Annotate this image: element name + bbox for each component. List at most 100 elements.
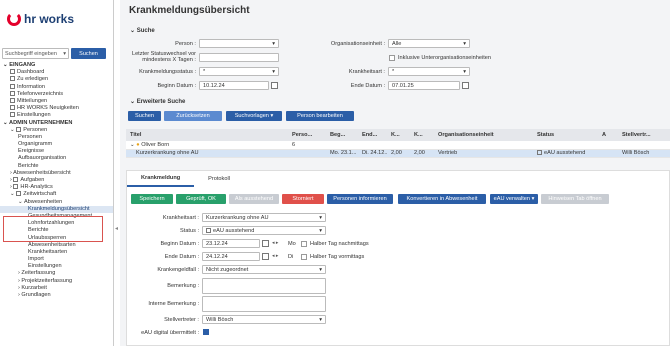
krankmeldungsstatus-select[interactable]: * ▾ bbox=[199, 67, 279, 76]
section-erweitert-toggle[interactable]: ⌄ Erweiterte Suche bbox=[130, 98, 185, 105]
chevron-down-icon: ▾ bbox=[463, 40, 466, 47]
search-button[interactable]: Suchen bbox=[71, 48, 106, 59]
interne-bemerkung-textarea[interactable] bbox=[202, 296, 326, 312]
nav-item-personen-group[interactable]: ⌄ Personen bbox=[0, 127, 113, 134]
col-titel[interactable]: Titel bbox=[126, 132, 288, 138]
nav-item-krankheitsarten[interactable]: Krankheitsarten bbox=[0, 249, 113, 256]
col-k2[interactable]: K... bbox=[410, 132, 434, 138]
nav-item-information[interactable]: Information bbox=[0, 84, 113, 91]
suchen-button[interactable]: Suchen bbox=[128, 111, 161, 121]
nav-item-einstellungen[interactable]: Einstellungen bbox=[0, 112, 113, 119]
storniert-button[interactable]: Storniert bbox=[282, 194, 324, 204]
bemerkung-textarea[interactable] bbox=[202, 278, 326, 294]
nav-item-mitteilungen[interactable]: Mitteilungen bbox=[0, 98, 113, 105]
col-end[interactable]: End... bbox=[358, 132, 387, 138]
nav-item-abwesenheitsuebersicht[interactable]: › Abwesenheitsübersicht bbox=[0, 170, 113, 177]
tab-protokoll[interactable]: Protokoll bbox=[194, 171, 244, 187]
table-row[interactable]: Kurzerkrankung ohne AU Mo. 23.1... Di. 2… bbox=[126, 149, 670, 158]
col-perso[interactable]: Perso... bbox=[288, 132, 326, 138]
nav-item-dashboard[interactable]: Dashboard bbox=[0, 69, 113, 76]
nav-item-krankmeldungsuebersicht[interactable]: Krankmeldungsübersicht bbox=[0, 205, 113, 213]
krankheitsart-select[interactable]: * ▾ bbox=[388, 67, 470, 76]
main-content: Krankmeldungsübersicht ⌄ Suche Person : … bbox=[120, 0, 670, 346]
calendar-icon[interactable] bbox=[262, 253, 269, 260]
nav-item-zeitwirtschaft[interactable]: ⌄ Zeitwirtschaft bbox=[0, 191, 113, 198]
person-icon: ● bbox=[136, 141, 140, 148]
search-input[interactable]: Suchbegriff eingeben ▾ bbox=[2, 48, 69, 59]
nav-item-berichte[interactable]: Berichte bbox=[0, 163, 113, 170]
settings-icon bbox=[10, 112, 15, 118]
ende-datum-input[interactable]: 07.01.25 bbox=[388, 81, 460, 90]
krankheitsart-select[interactable]: Kurzerkrankung ohne AU ▾ bbox=[202, 213, 326, 222]
nav-item-telefonverzeichnis[interactable]: Telefonverzeichnis bbox=[0, 91, 113, 98]
table-row-group[interactable]: ⌄ ● Oliver Born 6 bbox=[126, 141, 670, 150]
halber-tag-nachmittags-checkbox[interactable] bbox=[301, 241, 307, 247]
eau-digital-checkbox[interactable] bbox=[203, 329, 209, 335]
table-header: Titel Perso... Beg... End... K... K... O… bbox=[126, 129, 670, 141]
krankengeldfall-select[interactable]: Nicht zugeordnet ▾ bbox=[202, 265, 326, 274]
beginn-datum-label: Beginn Datum : bbox=[157, 83, 196, 89]
hr-works-logo[interactable]: hr works bbox=[7, 12, 74, 26]
nav-item-import[interactable]: Import bbox=[0, 256, 113, 263]
beginn-datum-input[interactable]: 23.12.24 bbox=[202, 239, 260, 248]
stellvertreter-select[interactable]: Willi Bösch ▾ bbox=[202, 315, 326, 324]
konvertieren-button[interactable]: Konvertieren in Abwesenheit bbox=[398, 194, 486, 204]
personen-informieren-button[interactable]: Personen informieren bbox=[327, 194, 393, 204]
col-k1[interactable]: K... bbox=[387, 132, 410, 138]
date-stepper[interactable]: ◂ ▸ bbox=[272, 253, 278, 259]
nav-item-kurzarbeit[interactable]: › Kurzarbeit bbox=[0, 285, 113, 292]
nav-item-abwesenheitsarten[interactable]: Abwesenheitsarten bbox=[0, 242, 113, 249]
chevron-down-icon: ▾ bbox=[270, 113, 274, 119]
nav-item-zeiterfassung[interactable]: › Zeiterfassung bbox=[0, 270, 113, 277]
nav-item-ereignisse[interactable]: Ereignisse bbox=[0, 148, 113, 155]
person-select[interactable]: ▾ bbox=[199, 39, 279, 48]
status-select[interactable]: eAU ausstehend ▾ bbox=[202, 226, 326, 235]
collapse-sidebar-icon[interactable]: ◂ bbox=[115, 225, 118, 232]
sidebar: hr works Suchbegriff eingeben ▾ Suchen ⌄ … bbox=[0, 0, 114, 346]
chevron-down-icon: ▾ bbox=[319, 227, 322, 234]
nav-item-zu-erledigen[interactable]: Zu erledigen bbox=[0, 76, 113, 83]
date-stepper[interactable]: ◂ ▸ bbox=[272, 240, 278, 246]
nav-item-hr-analytics[interactable]: › HR-Analytics bbox=[0, 184, 113, 191]
chevron-down-icon: ▾ bbox=[531, 196, 535, 202]
col-status[interactable]: Status bbox=[533, 132, 598, 138]
nav-item-neuigkeiten[interactable]: HR WORKS Neuigkeiten bbox=[0, 105, 113, 112]
suchvorlagen-button[interactable]: Suchvorlagen ▾ bbox=[226, 111, 282, 121]
col-a[interactable]: A bbox=[598, 132, 608, 138]
nav-item-organigramm[interactable]: Organigramm bbox=[0, 141, 113, 148]
logo-icon bbox=[7, 12, 21, 26]
inkl-unterorg-checkbox[interactable] bbox=[389, 55, 395, 61]
chevron-down-icon: ▾ bbox=[319, 214, 322, 221]
nav-item-grundlagen[interactable]: › Grundlagen bbox=[0, 292, 113, 299]
letzter-statuswechsel-input[interactable] bbox=[199, 53, 279, 62]
ende-datum-input[interactable]: 24.12.24 bbox=[202, 252, 260, 261]
person-bearbeiten-button[interactable]: Person bearbeiten bbox=[286, 111, 354, 121]
eau-verwalten-button[interactable]: eAU verwalten ▾ bbox=[490, 194, 538, 204]
nav-item-personen[interactable]: Personen bbox=[0, 134, 113, 141]
calendar-icon[interactable] bbox=[262, 240, 269, 247]
nav-item-projektzeiterfassung[interactable]: › Projektzeiterfassung bbox=[0, 278, 113, 285]
beginn-datum-input[interactable]: 10.12.24 bbox=[199, 81, 269, 90]
col-org[interactable]: Organisationseinheit bbox=[434, 132, 533, 138]
calendar-icon[interactable] bbox=[271, 82, 278, 89]
nav-item-abwesenheiten[interactable]: ⌄ Abwesenheiten bbox=[0, 199, 113, 206]
person-label: Person : bbox=[175, 41, 196, 47]
geprueft-button[interactable]: Geprüft, OK bbox=[176, 194, 226, 204]
nav-group-admin[interactable]: ⌄ ADMIN UNTERNEHMEN bbox=[0, 120, 113, 127]
tab-krankmeldung[interactable]: Krankmeldung bbox=[127, 171, 195, 187]
nav-item-aufbauorganisation[interactable]: Aufbauorganisation bbox=[0, 155, 113, 162]
nav-item-aufgaben[interactable]: › Aufgaben bbox=[0, 177, 113, 184]
zuruecksetzen-button[interactable]: Zurücksetzen bbox=[164, 111, 222, 121]
clock-icon bbox=[16, 191, 22, 197]
calendar-icon[interactable] bbox=[462, 82, 469, 89]
nav-group-eingang[interactable]: ⌄ EINGANG bbox=[0, 62, 113, 69]
organisationseinheit-select[interactable]: Alle ▾ bbox=[388, 39, 470, 48]
col-beg[interactable]: Beg... bbox=[326, 132, 358, 138]
halber-tag-vormittags-checkbox[interactable] bbox=[301, 254, 307, 260]
section-suche-toggle[interactable]: ⌄ Suche bbox=[130, 27, 155, 34]
speichern-button[interactable]: Speichern bbox=[131, 194, 173, 204]
col-stellvertreter[interactable]: Stellvertr... bbox=[618, 132, 668, 138]
results-table: Titel Perso... Beg... End... K... K... O… bbox=[126, 129, 670, 158]
nav-item-abw-einstellungen[interactable]: Einstellungen bbox=[0, 263, 113, 270]
chevron-down-icon: ▾ bbox=[63, 50, 66, 57]
